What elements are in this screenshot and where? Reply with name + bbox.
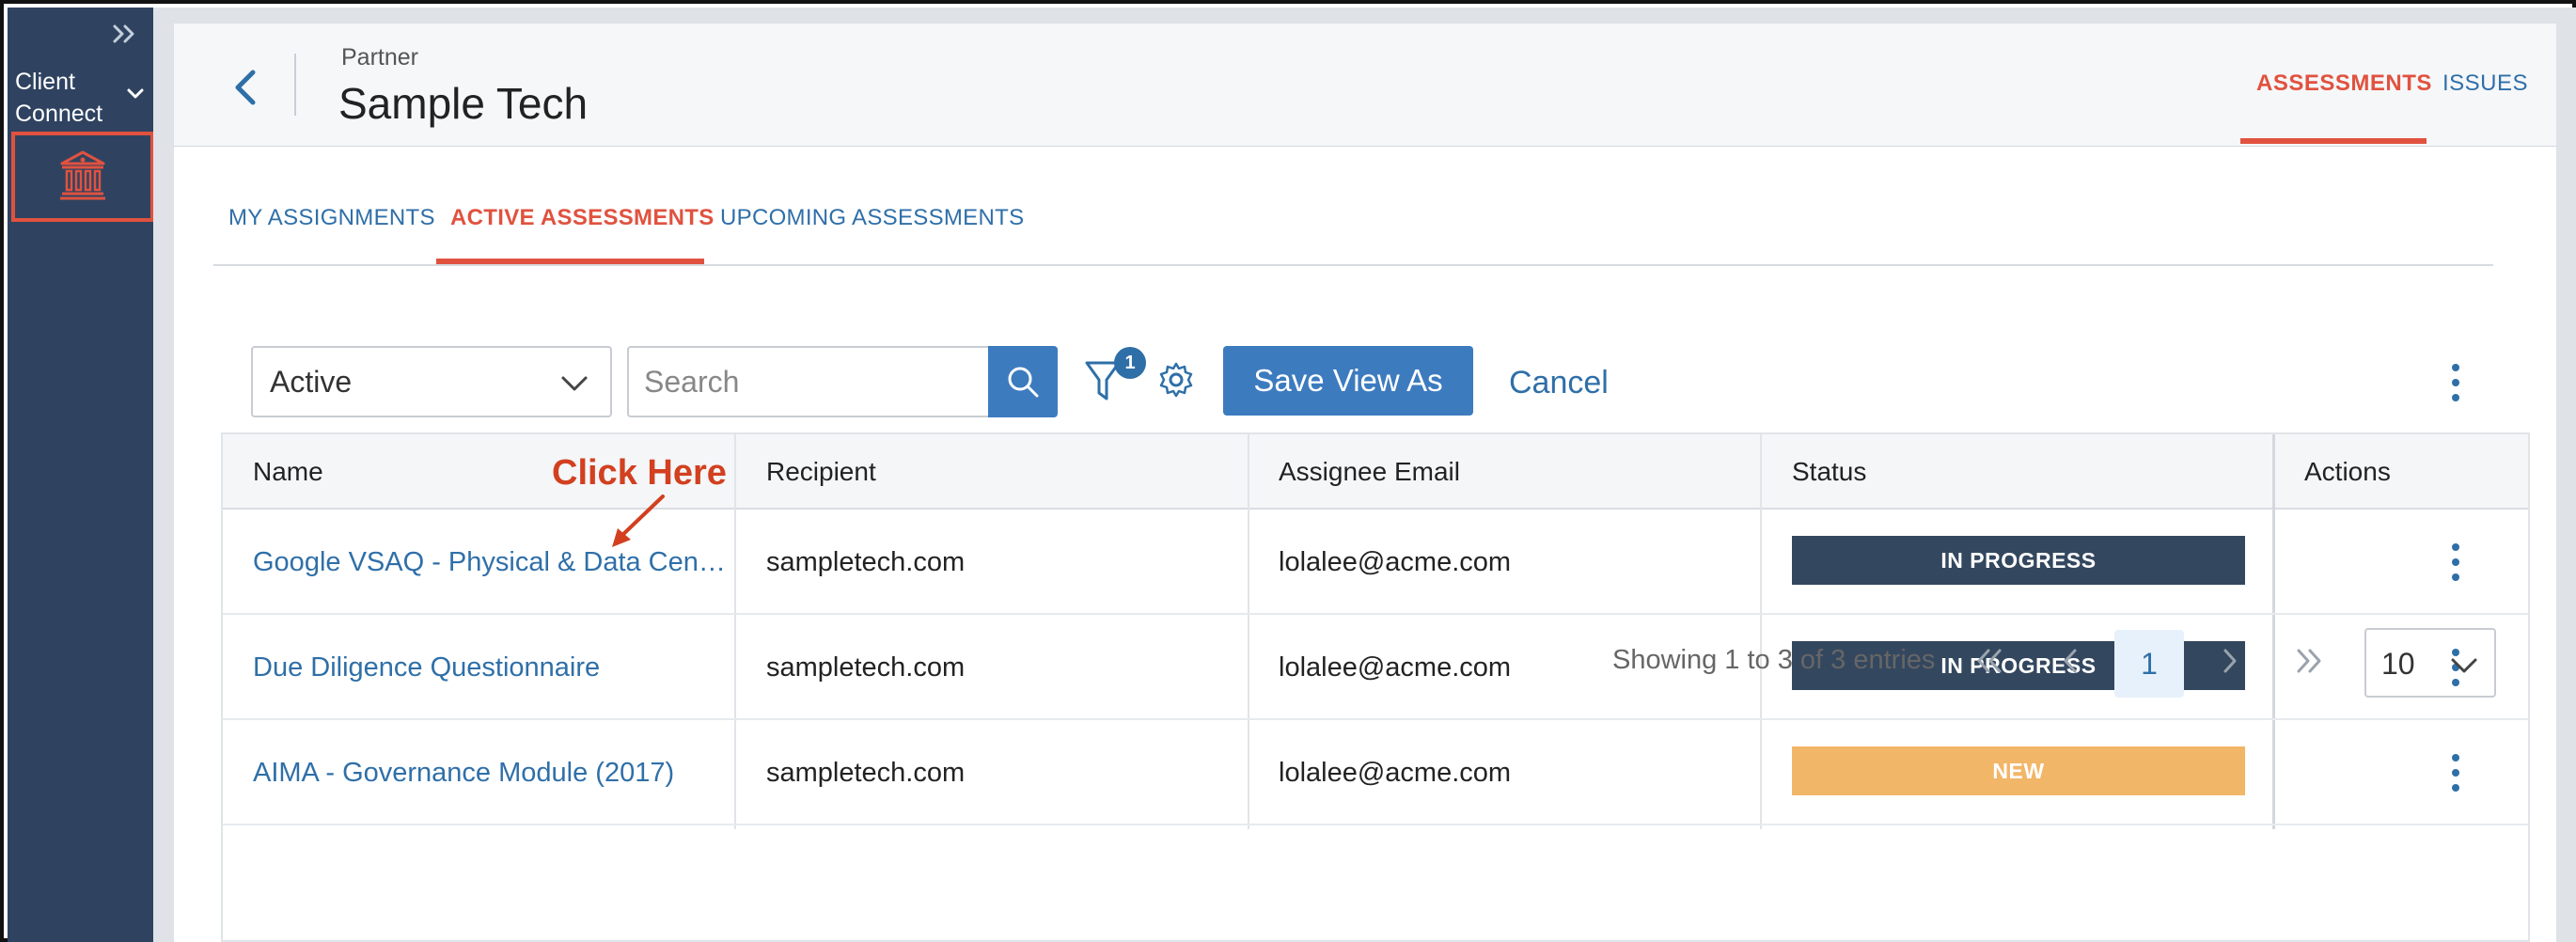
row-actions-icon[interactable]: [2449, 542, 2462, 583]
assignee-email-cell: lolalee@acme.com: [1279, 547, 1512, 577]
subtab-my-assignments[interactable]: MY ASSIGNMENTS: [228, 205, 435, 231]
chevron-left-icon: [235, 70, 256, 105]
page-title: Sample Tech: [338, 79, 589, 128]
header-divider: [294, 54, 296, 116]
bank-icon: [60, 150, 105, 200]
chevron-down-icon: [561, 376, 588, 391]
status-filter-select[interactable]: Active: [251, 346, 612, 417]
subtab-upcoming-assessments[interactable]: UPCOMING ASSESSMENTS: [720, 205, 1024, 231]
chevron-down-icon: [124, 83, 147, 105]
client-connect-label: Client Connect: [15, 69, 103, 127]
active-tab-indicator: [2240, 138, 2427, 144]
click-here-annotation: Click Here: [552, 453, 727, 493]
search-icon: [1008, 367, 1039, 398]
column-header-assignee-email[interactable]: Assignee Email: [1279, 457, 1460, 487]
sidebar: Client Connect: [8, 8, 154, 942]
assessment-name-link[interactable]: AIMA - Governance Module (2017): [253, 758, 674, 789]
chevron-down-icon: [2451, 658, 2477, 673]
save-view-as-button[interactable]: Save View As: [1223, 346, 1473, 416]
tab-issues[interactable]: ISSUES: [2442, 71, 2528, 97]
recipient-cell: sampletech.com: [766, 652, 966, 683]
status-badge: NEW: [1792, 746, 2245, 795]
arrow-icon: [612, 495, 665, 547]
assignee-email-cell: lolalee@acme.com: [1279, 758, 1512, 788]
back-button[interactable]: [227, 65, 264, 110]
next-page-icon[interactable]: [2199, 630, 2259, 692]
page-size-value: 10: [2381, 647, 2415, 681]
column-header-status[interactable]: Status: [1792, 457, 1866, 487]
pagination-summary: Showing 1 to 3 of 3 entries: [1612, 645, 1936, 675]
assessment-name-link[interactable]: Google VSAQ - Physical & Data Cen…: [253, 547, 726, 578]
search-button[interactable]: [988, 346, 1058, 417]
page-subtitle: Partner: [341, 44, 418, 71]
subtab-divider: [213, 264, 2493, 266]
status-filter-value: Active: [270, 365, 353, 399]
column-header-actions: Actions: [2304, 457, 2391, 486]
table-row: AIMA - Governance Module (2017) samplete…: [223, 720, 2528, 825]
column-header-recipient[interactable]: Recipient: [766, 457, 876, 487]
app-frame: Client Connect Partner Sample Tech ASSES…: [0, 0, 2576, 942]
gear-icon[interactable]: [1157, 361, 1195, 399]
cancel-button[interactable]: Cancel: [1509, 365, 1609, 401]
page-header: Partner Sample Tech ASSESSMENTS ISSUES: [173, 23, 2557, 147]
status-badge: IN PROGRESS: [1792, 536, 2245, 585]
row-actions-icon[interactable]: [2449, 752, 2462, 793]
recipient-cell: sampletech.com: [766, 547, 966, 577]
assessment-name-link[interactable]: Due Diligence Questionnaire: [253, 652, 600, 683]
search-input[interactable]: [627, 346, 988, 417]
sidebar-item-institution[interactable]: [11, 132, 154, 222]
column-header-name[interactable]: Name: [253, 457, 323, 487]
more-options-icon[interactable]: [2449, 361, 2462, 404]
previous-page-icon[interactable]: [2041, 630, 2101, 692]
last-page-icon[interactable]: [2278, 630, 2338, 692]
main-panel: MY ASSIGNMENTS ACTIVE ASSESSMENTS UPCOMI…: [173, 147, 2557, 942]
subtab-active-assessments[interactable]: ACTIVE ASSESSMENTS: [450, 205, 715, 231]
current-page-button[interactable]: 1: [2114, 630, 2184, 698]
double-chevron-right-icon[interactable]: [111, 21, 139, 47]
assignee-email-cell: lolalee@acme.com: [1279, 652, 1512, 683]
tab-assessments[interactable]: ASSESSMENTS: [2256, 71, 2432, 97]
filter-count-badge: 1: [1114, 347, 1146, 379]
table-row: Google VSAQ - Physical & Data Cen… sampl…: [223, 510, 2528, 615]
recipient-cell: sampletech.com: [766, 758, 966, 788]
client-connect-menu[interactable]: Client Connect: [11, 64, 152, 130]
first-page-icon[interactable]: [1960, 630, 2020, 692]
page-size-select[interactable]: 10: [2364, 628, 2496, 698]
active-subtab-indicator: [436, 259, 704, 264]
